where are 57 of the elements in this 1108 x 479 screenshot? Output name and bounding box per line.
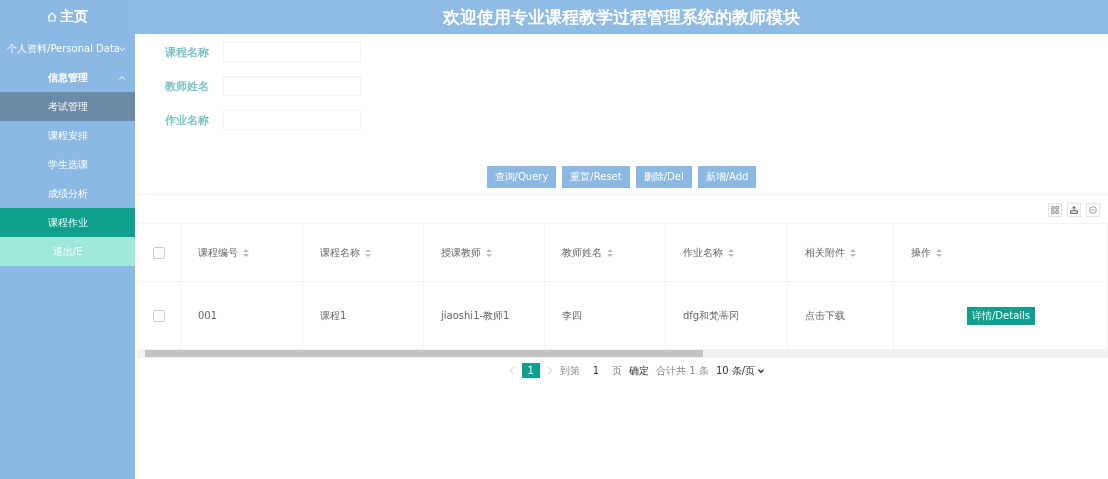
horizontal-scrollbar[interactable] xyxy=(137,349,1108,358)
print-icon[interactable] xyxy=(1086,203,1100,217)
sort-icon[interactable] xyxy=(850,248,856,257)
table-cell: 课程1 xyxy=(320,308,347,323)
chevron-icon xyxy=(118,73,126,82)
field-label: 作业名称 xyxy=(165,112,210,128)
action-button[interactable]: 查询/Query xyxy=(486,166,557,188)
page-size-select[interactable]: 10 条/页 xyxy=(715,363,765,378)
home-icon xyxy=(47,12,57,22)
column-header: 授课教师 xyxy=(441,245,481,260)
table-cell: 点击下载 xyxy=(805,308,845,323)
column-header: 教师姓名 xyxy=(562,245,602,260)
action-button[interactable]: 删除/Del xyxy=(635,166,692,188)
sort-icon[interactable] xyxy=(728,248,734,257)
menu-item[interactable]: 学生选课 xyxy=(0,150,135,179)
menu-item[interactable]: 成绩分析 xyxy=(0,179,135,208)
menu-item[interactable]: 课程作业 xyxy=(0,208,135,237)
table-cell: jiaoshi1-教师1 xyxy=(441,308,510,323)
caret-icon xyxy=(758,368,765,373)
action-button[interactable]: 重置/Reset xyxy=(562,166,630,188)
table-cell: 李四 xyxy=(562,308,582,323)
action-button[interactable]: 新增/Add xyxy=(697,166,757,188)
sort-icon[interactable] xyxy=(936,248,942,257)
table-cell: 001 xyxy=(198,310,218,321)
menu-item[interactable]: 考试管理 xyxy=(0,92,135,121)
field-label: 课程名称 xyxy=(165,44,210,60)
menu-group[interactable]: 个人资料/Personal Data xyxy=(0,34,135,63)
column-header: 作业名称 xyxy=(683,245,723,260)
page-input[interactable]: 1 xyxy=(586,363,606,378)
page-unit: 页 xyxy=(612,363,623,378)
field-label: 教师姓名 xyxy=(165,78,210,94)
details-button[interactable]: 详情/Details xyxy=(967,306,1036,325)
sort-icon[interactable] xyxy=(486,248,492,257)
chevron-icon xyxy=(118,44,126,53)
page-title: 欢迎使用专业课程教学过程管理系统的教师模块 xyxy=(443,5,800,29)
checkbox[interactable] xyxy=(152,246,165,259)
menu-item[interactable]: 课程安排 xyxy=(0,121,135,150)
menu-item[interactable]: 退出/E xyxy=(0,237,135,266)
menu-group[interactable]: 信息管理 xyxy=(0,63,135,92)
export-icon[interactable] xyxy=(1067,203,1081,217)
column-header: 课程编号 xyxy=(198,245,238,260)
goto-label: 到第 xyxy=(559,363,580,378)
total-count: 合计共 1 条 xyxy=(656,363,709,378)
sort-icon[interactable] xyxy=(243,248,249,257)
checkbox[interactable] xyxy=(152,309,165,322)
previous-icon[interactable] xyxy=(508,366,515,375)
sort-icon[interactable] xyxy=(607,248,613,257)
page-number[interactable]: 1 xyxy=(521,363,540,378)
table-cell: dfg和梵蒂冈 xyxy=(683,308,740,323)
column-header: 课程名称 xyxy=(320,245,360,260)
next-icon[interactable] xyxy=(546,366,553,375)
home-link[interactable]: 主页 xyxy=(0,0,135,34)
columns-icon[interactable] xyxy=(1048,203,1062,217)
column-header: 相关附件 xyxy=(805,245,845,260)
confirm-link[interactable]: 确定 xyxy=(629,363,650,378)
sort-icon[interactable] xyxy=(365,248,371,257)
column-header: 操作 xyxy=(911,245,931,260)
